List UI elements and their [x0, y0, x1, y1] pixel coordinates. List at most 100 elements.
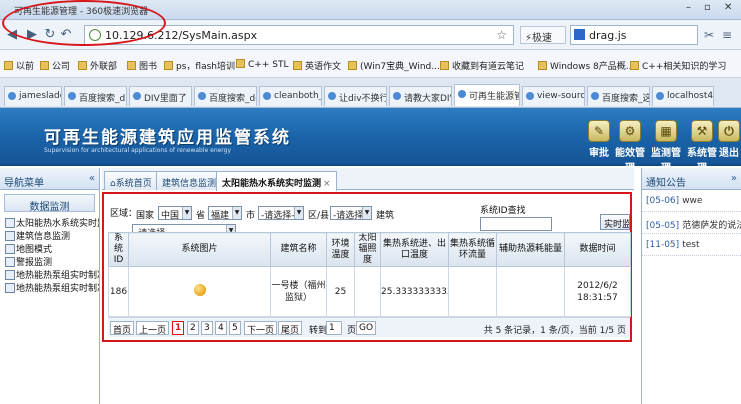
pagination: 首页 上一页 1 2 3 4 5 下一页 尾页 转到 1 页 GO 共 5 条记…: [108, 317, 630, 337]
browser-tab[interactable]: 百度搜索_de: [194, 86, 257, 106]
favorite-star-icon[interactable]: ☆: [496, 28, 507, 42]
collapse-left-icon[interactable]: «: [89, 173, 95, 184]
col-system-id[interactable]: 系统ID: [108, 232, 129, 267]
nav-system[interactable]: ⚒系统管理: [684, 120, 720, 174]
cell-image[interactable]: [128, 266, 271, 317]
col-data-time[interactable]: 数据时间: [564, 232, 631, 267]
browser-tab[interactable]: cleanboth_E: [259, 86, 322, 106]
notice-item[interactable]: [05-05] 范德萨发的说法: [642, 212, 741, 234]
building-label: 建筑: [376, 211, 395, 221]
tab-solar-monitor[interactable]: 太阳能热水系统实时监测 ×: [216, 171, 337, 191]
nav-header: 导航菜单 «: [0, 168, 99, 190]
notice-header: 通知公告 »: [642, 168, 741, 190]
bookmark-item[interactable]: C++相关知识的学习: [630, 59, 726, 72]
goto-page-input[interactable]: 1: [326, 321, 342, 335]
tab-label: 百度搜索_这: [602, 94, 650, 104]
maximize-icon[interactable]: ▫: [704, 2, 711, 13]
browser-tabs: jamesladdcc 百度搜索_div DIV里面了 百度搜索_de clea…: [0, 78, 741, 108]
fast-mode-button[interactable]: ⚡极速: [520, 26, 566, 44]
search-engine-icon: [574, 29, 585, 40]
browser-tab[interactable]: view-source: [522, 86, 585, 106]
last-page-link[interactable]: 尾页: [278, 321, 303, 336]
nav-item-geo-2[interactable]: 地热能热泵组实时制冷(制热): [0, 281, 99, 294]
bookmark-item[interactable]: 公司: [40, 59, 70, 72]
tab-label: 建筑信息监测: [162, 179, 217, 189]
bookmark-item[interactable]: C++ STL: [236, 59, 288, 70]
browser-tab-active[interactable]: 可再生能源管×: [454, 84, 520, 106]
col-building-name[interactable]: 建筑名称: [270, 232, 327, 267]
folder-icon: [538, 61, 547, 70]
notice-item[interactable]: [05-06] wwe: [642, 190, 741, 212]
browser-tab[interactable]: DIV里面了: [129, 86, 192, 106]
notice-item[interactable]: [11-05] test: [642, 234, 741, 256]
folder-icon: [293, 61, 302, 70]
bookmark-item[interactable]: 英语作文: [293, 59, 341, 72]
browser-tab[interactable]: 请教大家DIV: [389, 86, 452, 106]
fast-mode-label: 极速: [532, 33, 553, 44]
app-logo: 可再生能源建筑应用监管系统: [44, 128, 291, 148]
col-env-temp[interactable]: 环境温度: [326, 232, 355, 267]
nav-group-monitor[interactable]: 数据监测: [4, 194, 95, 213]
district-select[interactable]: -请选择- ▼: [330, 206, 372, 220]
search-value: drag.js: [589, 29, 627, 42]
bookmark-label: ps，flash培训: [176, 62, 235, 72]
col-irradiance[interactable]: 太阳辐照度: [354, 232, 381, 267]
tab-label: DIV里面了: [144, 94, 187, 104]
country-select[interactable]: 中国 ▼: [158, 206, 192, 220]
bookmark-item[interactable]: Windows 8产品概...: [538, 59, 634, 72]
system-id-input[interactable]: [480, 217, 552, 231]
bookmark-item[interactable]: ps，flash培训: [164, 59, 235, 72]
tools-icon[interactable]: ✂: [704, 28, 714, 42]
browser-tab[interactable]: localhost4: [652, 86, 714, 106]
page-link-3[interactable]: 3: [201, 321, 213, 335]
tab-label: 让div不换行: [339, 94, 387, 104]
next-page-link[interactable]: 下一页: [244, 321, 278, 336]
page-link-1[interactable]: 1: [172, 321, 185, 335]
bookmark-item[interactable]: 外联部: [78, 59, 117, 72]
close-tab-icon[interactable]: ×: [323, 179, 331, 189]
page-link-2[interactable]: 2: [187, 321, 199, 335]
col-inout-temp[interactable]: 集热系统进、出口温度: [380, 232, 449, 267]
bookmark-item[interactable]: (Win7宝典_Wind...: [348, 59, 440, 72]
minimize-icon[interactable]: –: [686, 2, 691, 13]
first-page-link[interactable]: 首页: [110, 321, 135, 336]
nav-item-building[interactable]: 建筑信息监测: [0, 229, 99, 242]
browser-tab[interactable]: 百度搜索_这: [587, 86, 650, 106]
bookmark-item[interactable]: 图书: [127, 59, 157, 72]
system-status-icon[interactable]: [193, 283, 206, 296]
app-subtitle: Supervision for architectural applicatio…: [44, 147, 232, 154]
go-button[interactable]: GO: [356, 321, 377, 335]
nav-item-map[interactable]: 地图模式: [0, 242, 99, 255]
nav-item-solar[interactable]: 太阳能热水系统实时监测: [0, 216, 99, 229]
browser-tab[interactable]: jamesladdcc: [4, 86, 62, 106]
notice-date: [05-06]: [646, 196, 680, 206]
search-input[interactable]: drag.js: [570, 25, 698, 45]
nav-energy[interactable]: ⚙能效管理: [612, 120, 648, 174]
notice-title: 通知公告: [646, 178, 686, 189]
prev-page-link[interactable]: 上一页: [136, 321, 170, 336]
table-row[interactable]: 186 一号楼（福州监狱） 25 25.3333333333333/24 201…: [108, 266, 631, 317]
close-window-icon[interactable]: ✕: [724, 2, 732, 13]
browser-tab[interactable]: 百度搜索_div: [64, 86, 127, 106]
nav-exit[interactable]: ⏻ 退出: [716, 120, 741, 159]
tab-label: cleanboth_E: [274, 91, 321, 101]
bookmark-item[interactable]: 收藏到有道云笔记: [440, 59, 524, 72]
bookmark-item[interactable]: 以前: [4, 59, 34, 72]
realtime-monitor-button[interactable]: 实时监测: [600, 214, 630, 230]
collapse-right-icon[interactable]: »: [731, 173, 737, 184]
menu-icon[interactable]: ≡: [722, 28, 732, 42]
nav-item-alarm[interactable]: 警报监测: [0, 255, 99, 268]
city-select[interactable]: -请选择- ▼: [258, 206, 304, 220]
col-aux-energy[interactable]: 辅助热源耗能量: [496, 232, 565, 267]
nav-item-geo-1[interactable]: 地热能热泵组实时制冷(: [0, 268, 99, 281]
col-flow[interactable]: 集热系统循环流量: [448, 232, 497, 267]
page-link-4[interactable]: 4: [215, 321, 227, 335]
province-select[interactable]: 福建 ▼: [208, 206, 242, 220]
page-link-5[interactable]: 5: [229, 321, 241, 335]
browser-tab[interactable]: 让div不换行: [324, 86, 387, 106]
nav-monitor[interactable]: ▦监测管理: [648, 120, 684, 174]
col-system-image[interactable]: 系统图片: [128, 232, 271, 267]
folder-icon: [78, 61, 87, 70]
nav-approve[interactable]: ✎ 审批: [582, 120, 616, 159]
tab-home[interactable]: ⌂系统首页: [104, 171, 158, 190]
